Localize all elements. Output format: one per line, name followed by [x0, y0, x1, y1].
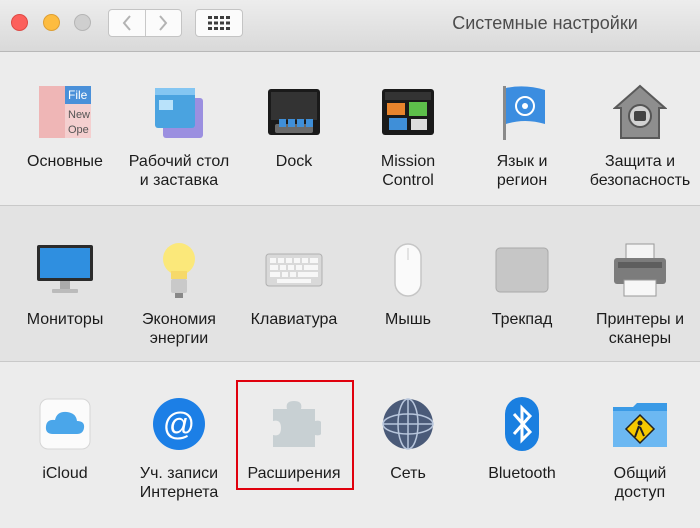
pref-label: Рабочий стол и заставка: [128, 153, 230, 189]
mouse-icon: [378, 240, 438, 300]
pref-label: Экономия энергии: [142, 311, 216, 347]
general-icon: File New Ope: [35, 82, 95, 142]
printer-icon: [610, 240, 670, 300]
navigation-buttons: [108, 9, 182, 37]
pref-general[interactable]: File New Ope Основные: [5, 82, 125, 171]
svg-text:New: New: [68, 109, 90, 121]
close-window-button[interactable]: [11, 14, 28, 31]
pref-label: Мышь: [385, 311, 431, 328]
pref-label: Основные: [27, 153, 103, 170]
pref-label: Язык и регион: [496, 153, 548, 189]
pref-displays[interactable]: Мониторы: [5, 240, 125, 329]
pref-network[interactable]: Сеть: [348, 394, 468, 483]
house-lock-icon: [610, 82, 670, 142]
window-title: Системные настройки: [452, 13, 638, 33]
pref-language-region[interactable]: Язык и регион: [462, 82, 582, 190]
svg-text:@: @: [163, 406, 195, 442]
at-sign-icon: @: [149, 394, 209, 454]
pref-label: Защита и безопасность: [589, 153, 691, 189]
pref-mission-control[interactable]: Mission Control: [348, 82, 468, 190]
pref-label: Общий доступ: [613, 465, 667, 501]
pref-energy-saver[interactable]: Экономия энергии: [119, 240, 239, 348]
pref-label: Уч. записи Интернета: [139, 465, 219, 501]
shared-folder-icon: [610, 394, 670, 454]
pref-label: Трекпад: [491, 311, 553, 328]
pref-bluetooth[interactable]: Bluetooth: [462, 394, 582, 483]
show-all-button[interactable]: [195, 9, 243, 37]
pref-label: Bluetooth: [488, 465, 556, 482]
dock-icon: [264, 82, 324, 142]
pref-label: iCloud: [42, 465, 88, 482]
pref-security-privacy[interactable]: Защита и безопасность: [580, 82, 700, 190]
pref-icloud[interactable]: iCloud: [5, 394, 125, 483]
personal-section: File New Ope Основные Рабочий стол и зас…: [0, 52, 700, 204]
pref-trackpad[interactable]: Трекпад: [462, 240, 582, 329]
icloud-icon: [35, 394, 95, 454]
keyboard-icon: [264, 240, 324, 300]
trackpad-icon: [492, 240, 552, 300]
pref-label: Клавиатура: [250, 311, 338, 328]
selection-highlight: [236, 380, 354, 490]
hardware-section: Мониторы Экономия энергии Клавиатура Мыш…: [0, 205, 700, 362]
globe-icon: [378, 394, 438, 454]
pref-internet-accounts[interactable]: @ Уч. записи Интернета: [119, 394, 239, 502]
desktop-screensaver-icon: [149, 82, 209, 142]
grid-icon: [208, 16, 230, 30]
un-flag-icon: [492, 82, 552, 142]
title-bar: Системные настройки: [0, 0, 700, 52]
pref-mouse[interactable]: Мышь: [348, 240, 468, 329]
pref-label: Принтеры и сканеры: [596, 311, 684, 347]
internet-section: iCloud @ Уч. записи Интернета Расширения: [0, 362, 700, 528]
monitor-icon: [35, 240, 95, 300]
bluetooth-icon: [492, 394, 552, 454]
pref-label: Сеть: [390, 465, 426, 482]
pref-sharing[interactable]: Общий доступ: [580, 394, 700, 502]
pref-label: Mission Control: [380, 153, 436, 189]
lightbulb-icon: [149, 240, 209, 300]
pref-desktop-screensaver[interactable]: Рабочий стол и заставка: [119, 82, 239, 190]
general-icon-file-text: File: [68, 88, 88, 102]
chevron-right-icon: [159, 15, 168, 31]
chevron-left-icon: [122, 15, 131, 31]
mission-control-icon: [378, 82, 438, 142]
minimize-window-button[interactable]: [43, 14, 60, 31]
pref-keyboard[interactable]: Клавиатура: [234, 240, 354, 329]
pref-dock[interactable]: Dock: [234, 82, 354, 171]
back-button[interactable]: [109, 10, 145, 36]
pref-label: Мониторы: [26, 311, 104, 328]
pref-label: Dock: [275, 153, 313, 170]
pref-printers-scanners[interactable]: Принтеры и сканеры: [580, 240, 700, 348]
svg-text:Ope: Ope: [68, 124, 89, 136]
forward-button[interactable]: [144, 10, 182, 36]
zoom-window-button[interactable]: [74, 14, 91, 31]
